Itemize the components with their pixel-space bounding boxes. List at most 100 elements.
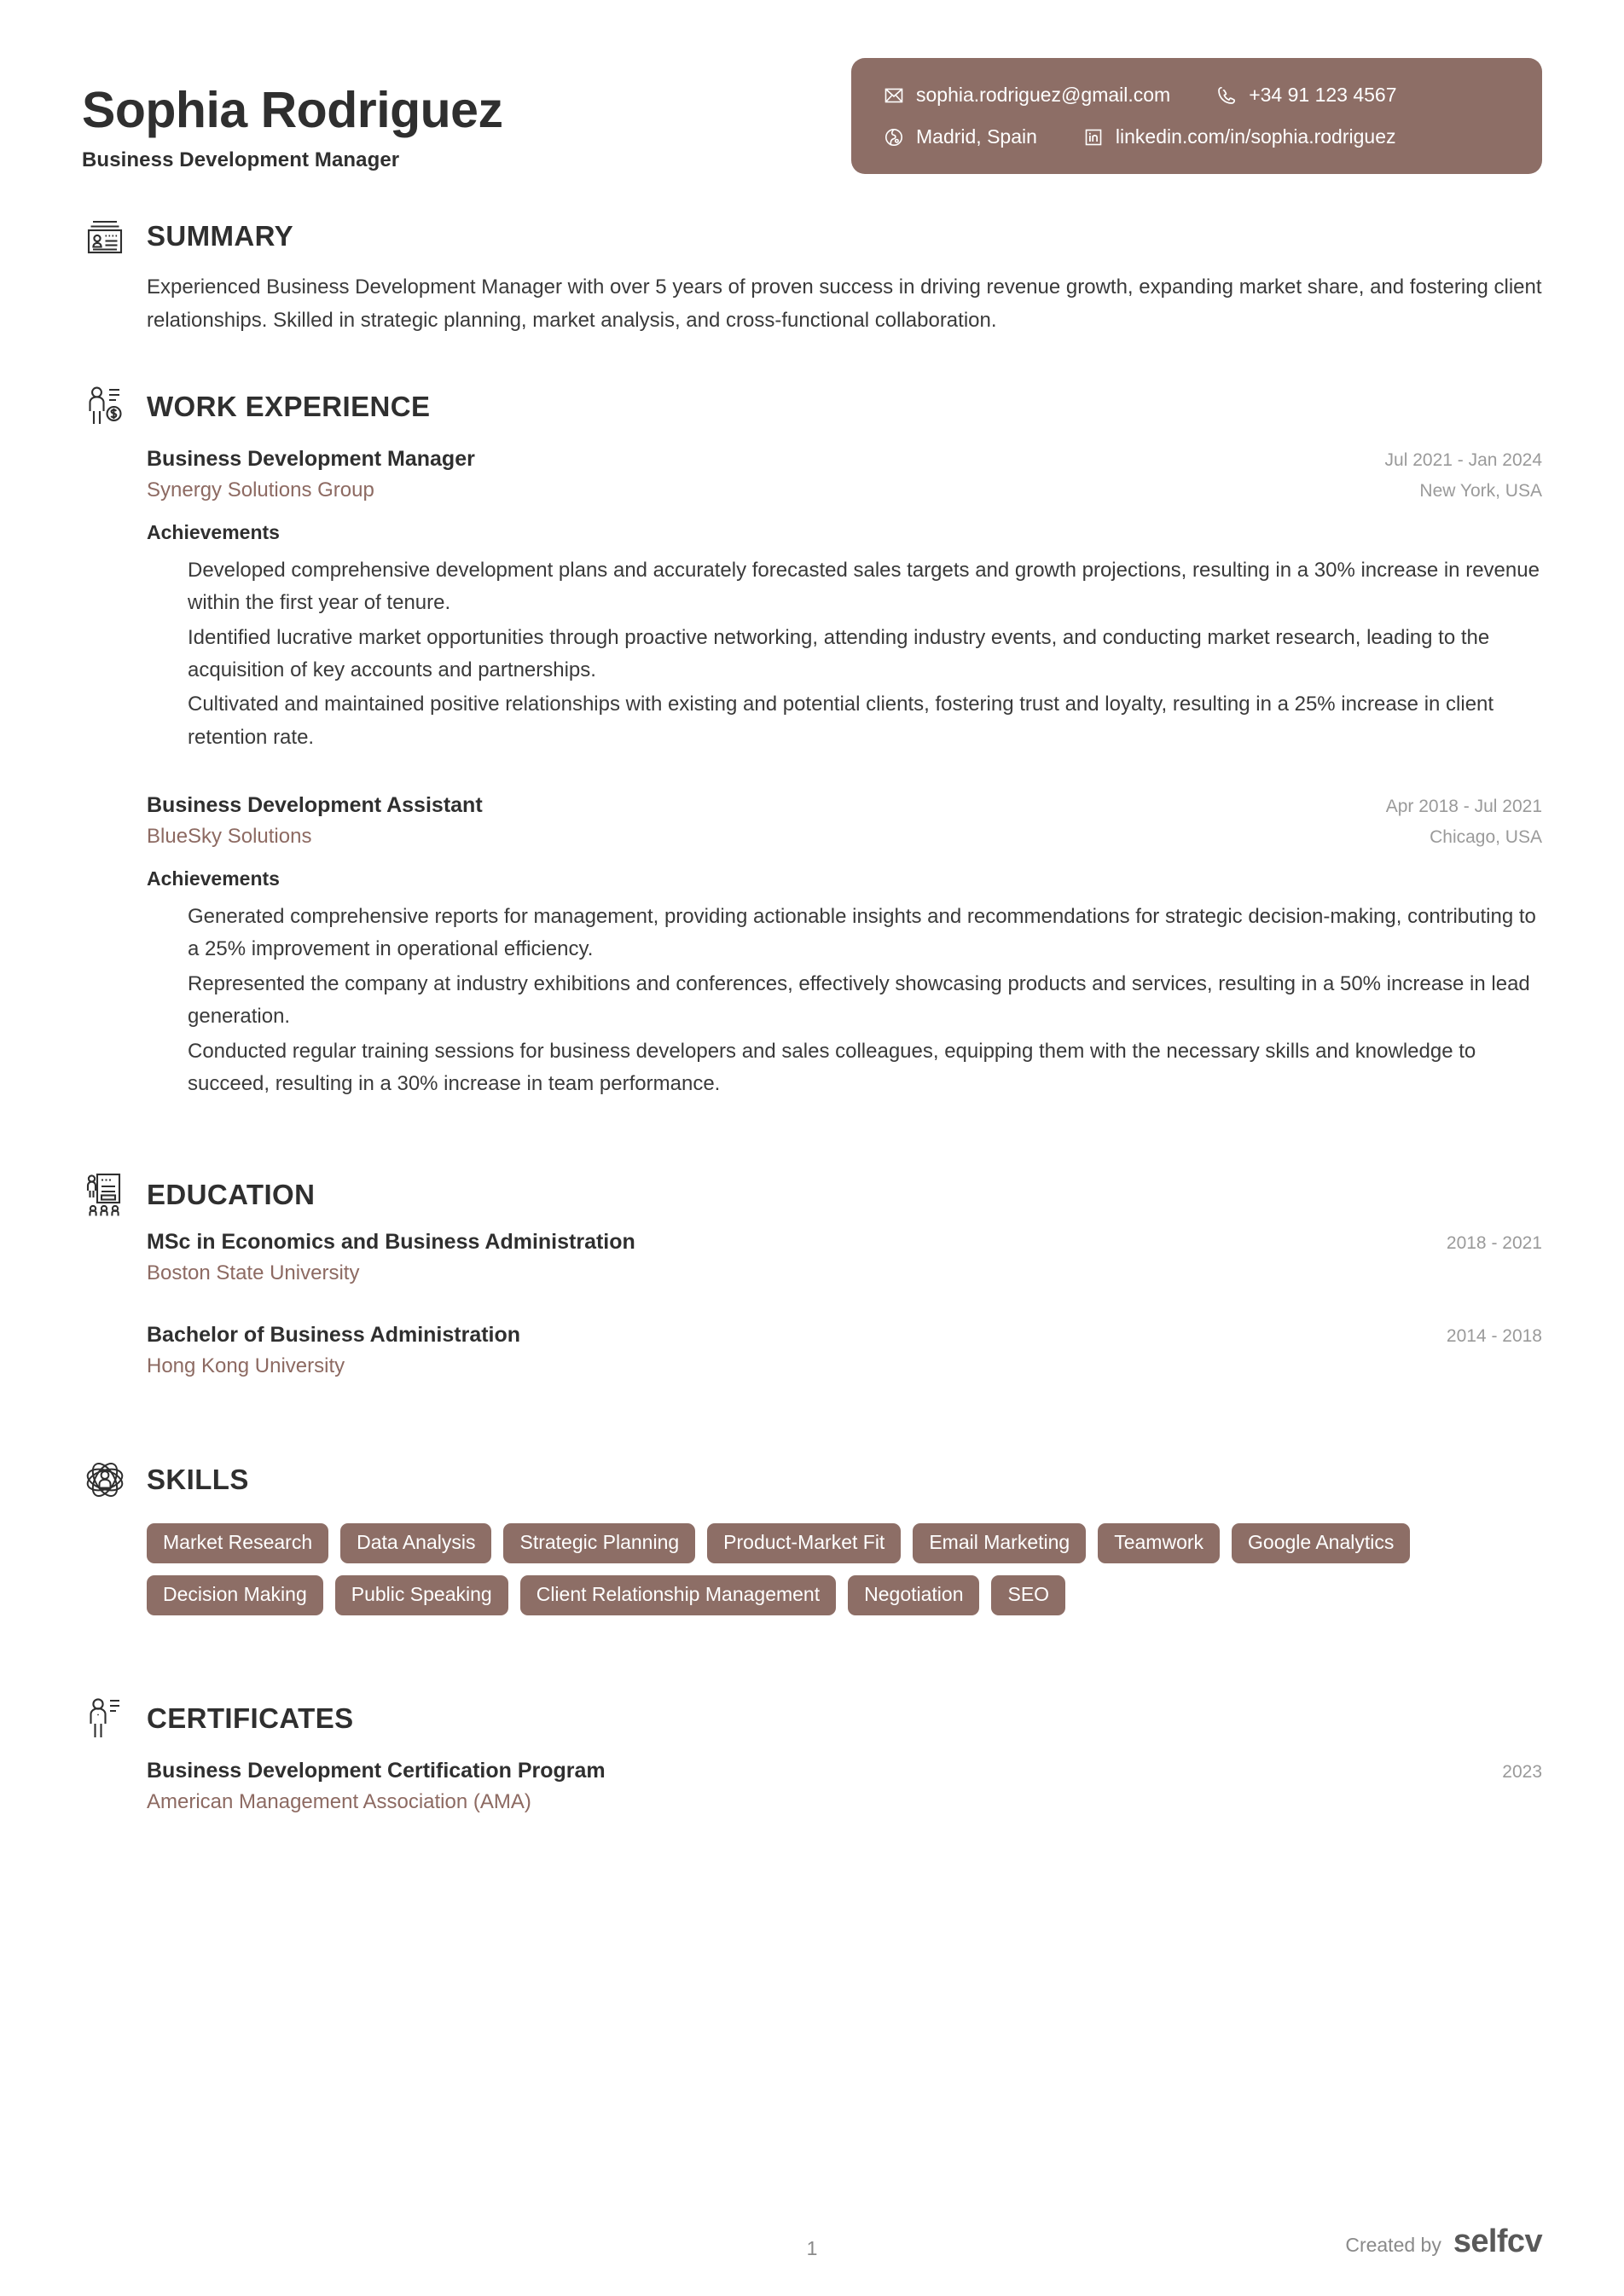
section-certificates-title: CERTIFICATES <box>147 1702 354 1735</box>
contact-email-text: sophia.rodriguez@gmail.com <box>916 84 1171 106</box>
section-work-body: Business Development Manager Jul 2021 - … <box>82 447 1542 1101</box>
resume-footer: 1 Created by selfcv <box>0 2224 1624 2260</box>
id-card-icon <box>82 212 128 261</box>
envelope-icon <box>884 85 904 106</box>
contact-box: sophia.rodriguez@gmail.com +34 91 123 45… <box>851 58 1542 174</box>
created-by-label: Created by <box>1345 2234 1441 2256</box>
certificate-entry: Business Development Certification Progr… <box>147 1759 1542 1814</box>
section-education-body: MSc in Economics and Business Administra… <box>82 1230 1542 1378</box>
education-degree: MSc in Economics and Business Administra… <box>147 1230 635 1255</box>
section-certificates-body: Business Development Certification Progr… <box>82 1759 1542 1814</box>
education-institution: Boston State University <box>147 1261 360 1285</box>
work-entry-sub: BlueSky Solutions Chicago, USA <box>147 818 1542 849</box>
contact-linkedin-text: linkedin.com/in/sophia.rodriguez <box>1115 125 1396 148</box>
summary-text: Experienced Business Development Manager… <box>147 275 1542 332</box>
section-skills: SKILLS Market Research Data Analysis Str… <box>82 1455 1542 1616</box>
contact-email[interactable]: sophia.rodriguez@gmail.com <box>884 84 1170 107</box>
work-entry-location: Chicago, USA <box>1430 827 1542 848</box>
section-summary: SUMMARY Experienced Business Development… <box>82 212 1542 338</box>
skill-tag: Strategic Planning <box>503 1523 696 1564</box>
contact-linkedin[interactable]: linkedin.com/in/sophia.rodriguez <box>1083 125 1396 148</box>
work-entry-top: Business Development Manager Jul 2021 - … <box>147 447 1542 472</box>
work-entry-organization: BlueSky Solutions <box>147 825 312 849</box>
certificate-entry-top: Business Development Certification Progr… <box>147 1759 1542 1783</box>
contact-location[interactable]: Madrid, Spain <box>884 125 1037 148</box>
work-achievement-item: Generated comprehensive reports for mana… <box>188 905 1536 961</box>
section-education: EDUCATION MSc in Economics and Business … <box>82 1170 1542 1378</box>
section-summary-header: SUMMARY <box>82 212 1542 261</box>
certificate-date: 2023 <box>1502 1762 1542 1783</box>
section-work-experience: WORK EXPERIENCE Business Development Man… <box>82 382 1542 1101</box>
section-education-title: EDUCATION <box>147 1179 316 1211</box>
work-achievement-item: Developed comprehensive development plan… <box>188 558 1540 615</box>
work-entry-role: Business Development Manager <box>147 446 475 471</box>
work-entry-top: Business Development Assistant Apr 2018 … <box>147 793 1542 818</box>
section-skills-header: SKILLS <box>82 1455 1542 1505</box>
created-by-block: Created by selfcv <box>1345 2224 1542 2260</box>
skill-tag: Google Analytics <box>1232 1523 1411 1564</box>
work-achievement-list: Developed comprehensive development plan… <box>147 554 1542 754</box>
work-entry-organization: Synergy Solutions Group <box>147 478 374 502</box>
certificate-name: Business Development Certification Progr… <box>147 1759 606 1783</box>
phone-icon <box>1216 85 1237 106</box>
section-education-header: EDUCATION <box>82 1170 1542 1220</box>
work-achievement-item: Represented the company at industry exhi… <box>188 971 1530 1029</box>
resume-header: Sophia Rodriguez Business Development Ma… <box>82 0 1542 174</box>
contact-phone[interactable]: +34 91 123 4567 <box>1216 84 1397 107</box>
work-achievement-list: Generated comprehensive reports for mana… <box>147 901 1542 1100</box>
certificate-issuer: American Management Association (AMA) <box>147 1790 531 1814</box>
person-money-icon <box>82 382 128 432</box>
person-network-icon <box>82 1455 128 1505</box>
identity-block: Sophia Rodriguez Business Development Ma… <box>82 53 503 172</box>
skill-tag: Email Marketing <box>913 1523 1087 1564</box>
section-certificates: CERTIFICATES Business Development Certif… <box>82 1694 1542 1814</box>
education-institution: Hong Kong University <box>147 1354 345 1378</box>
section-summary-title: SUMMARY <box>147 220 294 252</box>
skill-tag: Negotiation <box>848 1575 980 1616</box>
selfcv-logo: selfcv <box>1453 2224 1543 2259</box>
education-entry: MSc in Economics and Business Administra… <box>147 1230 1542 1285</box>
contact-location-text: Madrid, Spain <box>916 125 1037 148</box>
skill-tag: Data Analysis <box>340 1523 492 1564</box>
linkedin-icon <box>1083 127 1104 148</box>
person-list-icon <box>82 1694 128 1743</box>
skill-tag: SEO <box>991 1575 1066 1616</box>
work-achievement-item: Identified lucrative market opportunitie… <box>188 625 1490 681</box>
candidate-job-title: Business Development Manager <box>82 148 400 171</box>
education-dates: 2014 - 2018 <box>1446 1326 1542 1347</box>
skill-tag: Decision Making <box>147 1575 323 1616</box>
education-dates: 2018 - 2021 <box>1446 1233 1542 1254</box>
section-certificates-header: CERTIFICATES <box>82 1694 1542 1743</box>
work-entry-dates: Apr 2018 - Jul 2021 <box>1385 797 1542 817</box>
work-entry: Business Development Assistant Apr 2018 … <box>147 793 1542 1100</box>
contact-phone-text: +34 91 123 4567 <box>1249 84 1397 106</box>
work-entry-role: Business Development Assistant <box>147 793 483 818</box>
skill-tag: Product-Market Fit <box>707 1523 902 1564</box>
section-work-header: WORK EXPERIENCE <box>82 382 1542 432</box>
work-achievements-label: Achievements <box>147 520 280 543</box>
section-work-title: WORK EXPERIENCE <box>147 390 431 422</box>
skill-tag: Market Research <box>147 1523 329 1564</box>
contact-row-2: Madrid, Spain linkedin.com/in/sophia.rod… <box>884 125 1508 148</box>
work-entry: Business Development Manager Jul 2021 - … <box>147 447 1542 754</box>
education-entry-top: Bachelor of Business Administration 2014… <box>147 1323 1542 1348</box>
education-entry-top: MSc in Economics and Business Administra… <box>147 1230 1542 1255</box>
section-summary-body: Experienced Business Development Manager… <box>82 271 1542 338</box>
work-achievements-label: Achievements <box>147 867 280 890</box>
work-entry-sub: Synergy Solutions Group New York, USA <box>147 472 1542 502</box>
section-skills-body: Market Research Data Analysis Strategic … <box>82 1523 1542 1616</box>
globe-pin-icon <box>884 127 904 148</box>
resume-page: Sophia Rodriguez Business Development Ma… <box>0 0 1624 2296</box>
education-entry: Bachelor of Business Administration 2014… <box>147 1323 1542 1378</box>
skill-tag-list: Market Research Data Analysis Strategic … <box>147 1523 1542 1616</box>
skill-tag: Client Relationship Management <box>519 1575 837 1616</box>
work-achievement-item: Conducted regular training sessions for … <box>188 1039 1476 1096</box>
work-entry-dates: Jul 2021 - Jan 2024 <box>1384 449 1542 470</box>
education-degree: Bachelor of Business Administration <box>147 1323 521 1348</box>
candidate-name: Sophia Rodriguez <box>82 82 503 138</box>
work-entry-location: New York, USA <box>1419 480 1542 501</box>
skill-tag: Public Speaking <box>334 1575 508 1616</box>
section-skills-title: SKILLS <box>147 1464 249 1496</box>
skill-tag: Teamwork <box>1098 1523 1221 1564</box>
presentation-board-icon <box>82 1170 128 1220</box>
